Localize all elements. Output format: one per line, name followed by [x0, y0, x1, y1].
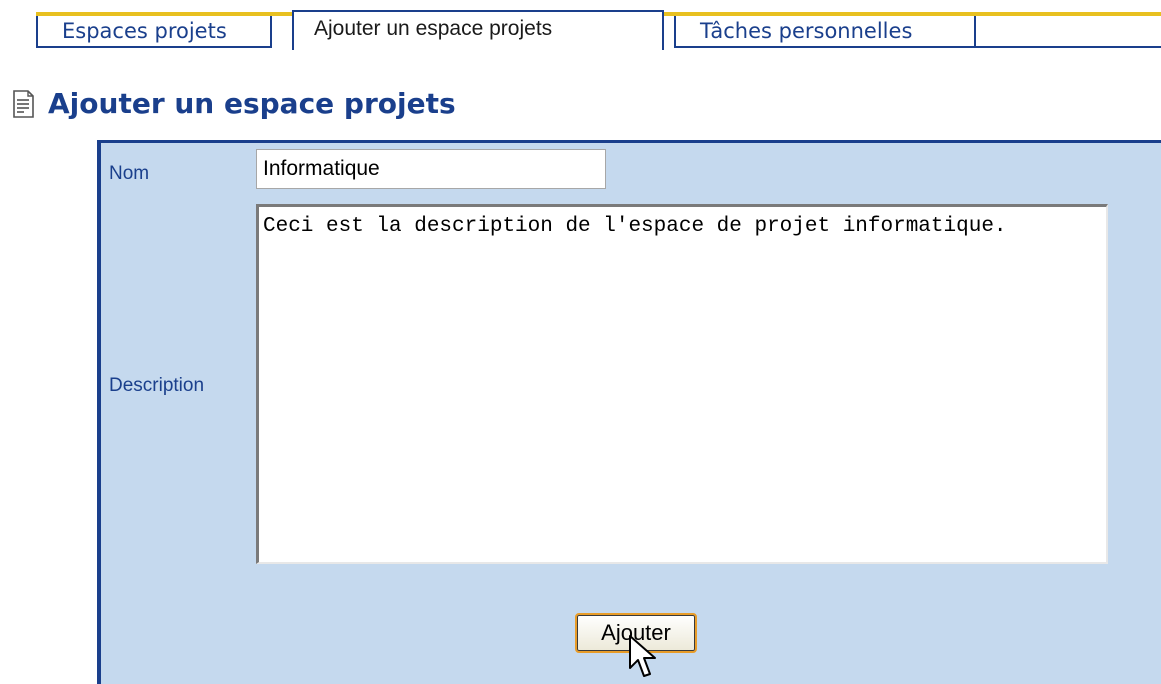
ajouter-button[interactable]: Ajouter	[575, 613, 697, 653]
description-textarea[interactable]: Ceci est la description de l'espace de p…	[256, 204, 1108, 564]
document-icon	[13, 90, 34, 118]
form-panel: Nom Description Ceci est la description …	[97, 140, 1161, 684]
tab-bar-baseline	[976, 16, 1161, 48]
nom-input[interactable]	[256, 149, 606, 189]
tab-ajouter-espace-projets[interactable]: Ajouter un espace projets	[292, 10, 664, 50]
tab-bar: Espaces projets Ajouter un espace projet…	[0, 0, 1161, 50]
page-title: Ajouter un espace projets	[48, 87, 456, 120]
description-label: Description	[109, 375, 205, 396]
nom-label: Nom	[109, 163, 150, 184]
tab-taches-personnelles[interactable]: Tâches personnelles	[674, 16, 976, 48]
page-heading: Ajouter un espace projets	[12, 84, 456, 124]
tab-espaces-projets[interactable]: Espaces projets	[36, 16, 272, 48]
